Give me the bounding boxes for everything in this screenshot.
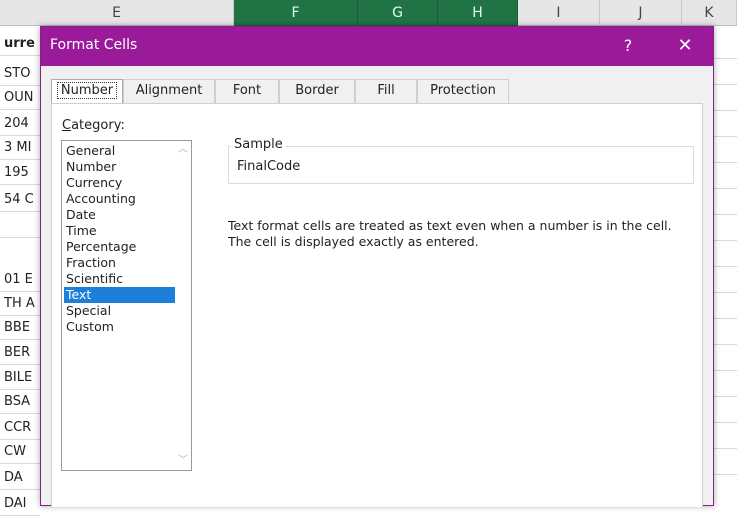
gridline: [714, 318, 737, 319]
cell[interactable]: 3 MI: [0, 136, 40, 160]
gridline: [714, 266, 737, 267]
column-header-row: E F G H I J K: [0, 0, 737, 26]
column-header-k[interactable]: K: [682, 0, 737, 26]
number-tab-panel: Category: General Number Currency Accoun…: [51, 103, 703, 507]
category-item-fraction[interactable]: Fraction: [64, 255, 175, 271]
cell[interactable]: [0, 214, 40, 238]
sample-legend: Sample: [231, 137, 286, 152]
cell[interactable]: DA: [0, 466, 40, 490]
scroll-down-icon[interactable]: ﹀: [177, 456, 189, 466]
column-header-e[interactable]: E: [0, 0, 234, 26]
description-line-1: Text format cells are treated as text ev…: [228, 218, 672, 233]
category-item-time[interactable]: Time: [64, 223, 175, 239]
cell[interactable]: BILE: [0, 366, 40, 390]
cell[interactable]: 01 E: [0, 268, 40, 292]
cell[interactable]: BSA: [0, 390, 40, 414]
gridline: [714, 136, 737, 137]
sample-value: FinalCode: [237, 159, 301, 174]
category-item-percentage[interactable]: Percentage: [64, 239, 175, 255]
cell[interactable]: TH A: [0, 292, 40, 316]
tab-font[interactable]: Font: [215, 79, 279, 103]
column-header-g[interactable]: G: [358, 0, 438, 26]
close-button[interactable]: ✕: [673, 34, 697, 58]
category-item-date[interactable]: Date: [64, 207, 175, 223]
format-description: Text format cells are treated as text ev…: [228, 218, 698, 250]
column-header-i[interactable]: I: [518, 0, 600, 26]
gridline: [714, 110, 737, 111]
gridline: [714, 370, 737, 371]
category-item-number[interactable]: Number: [64, 159, 175, 175]
category-label-accesskey: C: [62, 118, 72, 133]
category-listbox[interactable]: General Number Currency Accounting Date …: [61, 140, 192, 471]
gridline: [714, 58, 737, 59]
column-header-h[interactable]: H: [438, 0, 518, 26]
gridline: [714, 188, 737, 189]
category-label-text: ategory:: [71, 118, 125, 133]
cell[interactable]: BBE: [0, 316, 40, 340]
gridline: [714, 240, 737, 241]
tab-font-label: Font: [232, 83, 262, 98]
category-item-currency[interactable]: Currency: [64, 175, 175, 191]
tab-alignment[interactable]: Alignment: [123, 79, 215, 103]
category-item-custom[interactable]: Custom: [64, 319, 175, 335]
dialog-titlebar[interactable]: Format Cells ? ✕: [41, 27, 713, 66]
help-button[interactable]: ?: [617, 34, 639, 58]
gridline: [714, 292, 737, 293]
category-label: Category:: [62, 118, 125, 133]
tab-border-label: Border: [295, 83, 339, 98]
cell[interactable]: 204: [0, 112, 40, 136]
gridline: [714, 448, 737, 449]
scroll-up-icon[interactable]: ︿: [177, 145, 189, 155]
category-item-accounting[interactable]: Accounting: [64, 191, 175, 207]
tab-number-label: Number: [56, 82, 118, 99]
category-item-special[interactable]: Special: [64, 303, 175, 319]
cell[interactable]: DAI: [0, 492, 40, 516]
gridline: [714, 422, 737, 423]
tab-fill-label: Fill: [377, 83, 395, 98]
cell[interactable]: 195: [0, 161, 40, 185]
cell[interactable]: urre: [0, 32, 40, 56]
gridline: [714, 344, 737, 345]
gridline: [714, 474, 737, 475]
dialog-title: Format Cells: [50, 37, 138, 53]
tab-protection[interactable]: Protection: [417, 79, 509, 103]
sample-group: Sample FinalCode: [228, 137, 694, 184]
format-cells-dialog: Format Cells ? ✕ Number Alignment Font B…: [40, 26, 714, 507]
category-item-text[interactable]: Text: [64, 287, 175, 303]
cell[interactable]: CW: [0, 440, 40, 464]
cell[interactable]: CCR: [0, 416, 40, 440]
column-header-f[interactable]: F: [234, 0, 358, 26]
tab-protection-label: Protection: [430, 83, 496, 98]
description-line-2: The cell is displayed exactly as entered…: [228, 234, 479, 249]
gridline: [714, 214, 737, 215]
category-scrollbar[interactable]: ︿ ﹀: [175, 141, 191, 470]
cell[interactable]: OUN: [0, 86, 40, 110]
cell[interactable]: STO: [0, 62, 40, 86]
tab-alignment-label: Alignment: [135, 83, 203, 98]
cell[interactable]: BER: [0, 341, 40, 365]
tab-fill[interactable]: Fill: [355, 79, 417, 103]
category-item-general[interactable]: General: [64, 143, 175, 159]
gridline: [714, 396, 737, 397]
tab-border[interactable]: Border: [279, 79, 355, 103]
gridline: [714, 162, 737, 163]
gridline: [714, 84, 737, 85]
column-header-j[interactable]: J: [600, 0, 682, 26]
tab-number[interactable]: Number: [51, 79, 123, 104]
category-item-scientific[interactable]: Scientific: [64, 271, 175, 287]
cell[interactable]: 54 C: [0, 188, 40, 212]
